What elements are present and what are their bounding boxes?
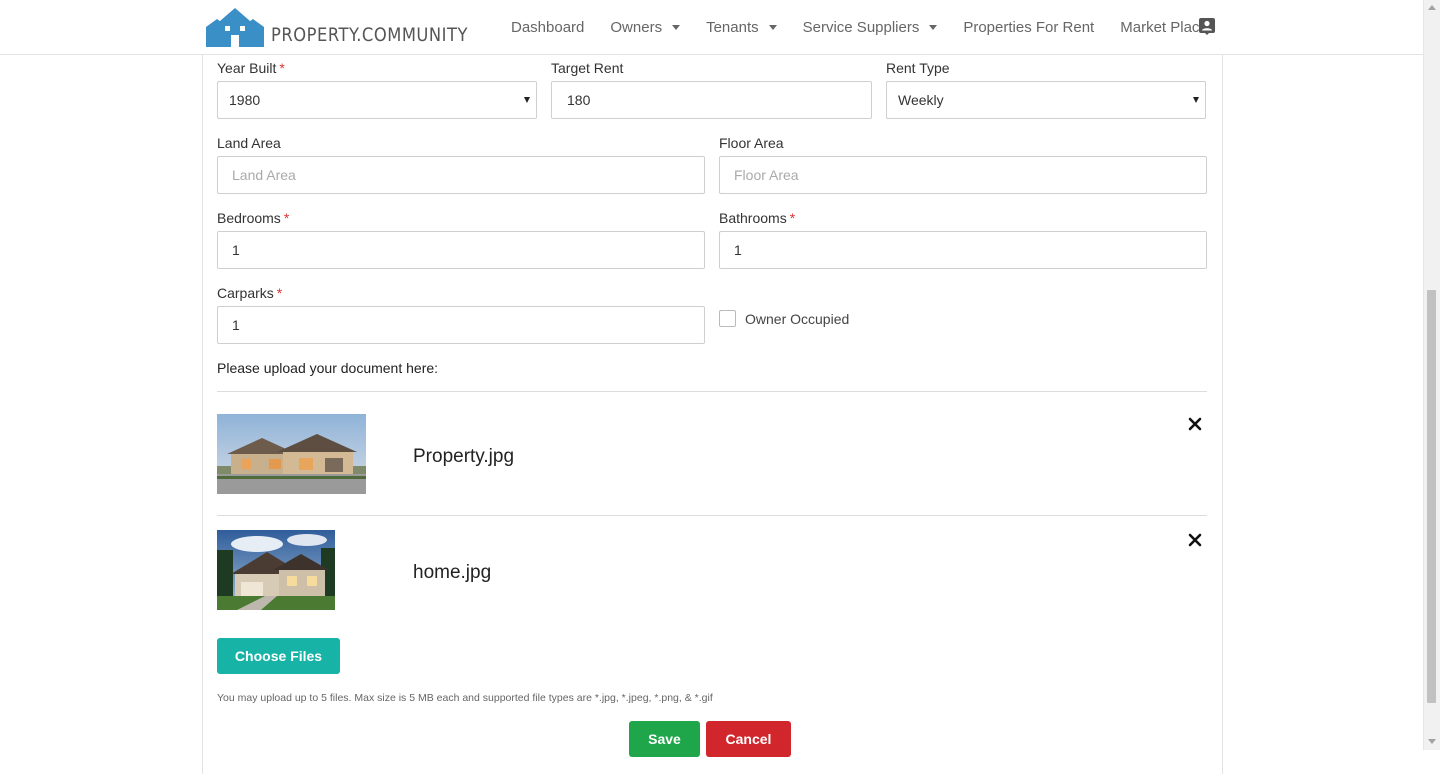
nav-owners[interactable]: Owners (597, 19, 693, 36)
year-built-select[interactable]: 1980 (217, 81, 537, 119)
nav-label: Owners (610, 18, 663, 36)
property-photo (217, 414, 366, 494)
target-rent-value: 180 (567, 92, 591, 108)
caret-down-icon (672, 24, 681, 30)
target-rent-label: Target Rent (551, 60, 624, 76)
carparks-label: Carparks * (217, 285, 283, 301)
home-thumbnail (217, 530, 335, 610)
house-logo-icon (206, 8, 264, 47)
main-nav: Dashboard Owners Tenants Service Supplie… (498, 0, 1221, 54)
nav-tenants[interactable]: Tenants (693, 19, 790, 36)
floor-area-input[interactable]: Floor Area (719, 156, 1207, 194)
top-navbar: PROPERTY.COMMUNITY Dashboard Owners Tena… (0, 0, 1423, 55)
year-built-value: 1980 (229, 92, 261, 108)
rent-type-value: Weekly (898, 92, 944, 108)
owner-occupied-label[interactable]: Owner Occupied (745, 311, 849, 327)
upload-heading: Please upload your document here: (217, 360, 439, 376)
brand-logo[interactable]: PROPERTY.COMMUNITY (206, 5, 500, 47)
land-area-input[interactable]: Land Area (217, 156, 705, 194)
owner-occupied-checkbox[interactable] (719, 310, 736, 327)
nav-service-suppliers[interactable]: Service Suppliers (790, 19, 951, 36)
land-area-label: Land Area (217, 135, 281, 151)
target-rent-input[interactable]: 180 (551, 81, 872, 119)
floor-area-placeholder: Floor Area (734, 167, 799, 183)
home-photo (217, 530, 335, 610)
floor-area-label: Floor Area (719, 135, 784, 151)
scrollbar-thumb[interactable] (1427, 290, 1436, 703)
scroll-down-arrow-icon[interactable] (1428, 739, 1436, 744)
required-asterisk: * (276, 285, 283, 301)
rent-type-label: Rent Type (886, 60, 950, 76)
bathrooms-label: Bathrooms * (719, 210, 796, 226)
property-thumbnail (217, 414, 366, 494)
nav-label: Dashboard (511, 18, 585, 36)
choose-files-label: Choose Files (234, 648, 323, 664)
nav-label: Market Place (1120, 18, 1208, 36)
bedrooms-value: 1 (232, 242, 240, 258)
file-name: home.jpg (413, 562, 492, 583)
carparks-input[interactable]: 1 (217, 306, 705, 344)
divider (217, 515, 1207, 516)
nav-dashboard[interactable]: Dashboard (498, 19, 597, 36)
bedrooms-input[interactable]: 1 (217, 231, 705, 269)
upload-help-text: You may upload up to 5 files. Max size i… (217, 692, 713, 704)
nav-label: Tenants (706, 18, 759, 36)
cancel-label: Cancel (725, 731, 772, 747)
remove-file-icon[interactable] (1188, 417, 1202, 431)
bathrooms-input[interactable]: 1 (719, 231, 1207, 269)
year-built-label: Year Built * (217, 60, 285, 76)
caret-down-icon (768, 24, 777, 30)
file-name: Property.jpg (413, 446, 515, 467)
dropdown-arrow-icon (524, 97, 530, 103)
required-asterisk: * (789, 210, 796, 226)
remove-file-icon[interactable] (1188, 533, 1202, 547)
cancel-button[interactable]: Cancel (706, 721, 791, 757)
bedrooms-label: Bedrooms * (217, 210, 290, 226)
required-asterisk: * (279, 60, 285, 76)
scroll-up-arrow-icon[interactable] (1428, 5, 1436, 10)
contact-card-icon[interactable] (1199, 18, 1215, 35)
save-label: Save (648, 731, 681, 747)
choose-files-button[interactable]: Choose Files (217, 638, 340, 674)
land-area-placeholder: Land Area (232, 167, 296, 183)
caret-down-icon (929, 24, 938, 30)
save-button[interactable]: Save (629, 721, 700, 757)
brand-name: PROPERTY.COMMUNITY (271, 24, 468, 46)
nav-label: Service Suppliers (802, 18, 920, 36)
rent-type-select[interactable]: Weekly (886, 81, 1206, 119)
dropdown-arrow-icon (1193, 97, 1199, 103)
divider (217, 391, 1207, 392)
nav-label: Properties For Rent (963, 18, 1095, 36)
carparks-value: 1 (232, 317, 240, 333)
required-asterisk: * (283, 210, 290, 226)
nav-properties-for-rent[interactable]: Properties For Rent (950, 19, 1107, 36)
bathrooms-value: 1 (734, 242, 742, 258)
